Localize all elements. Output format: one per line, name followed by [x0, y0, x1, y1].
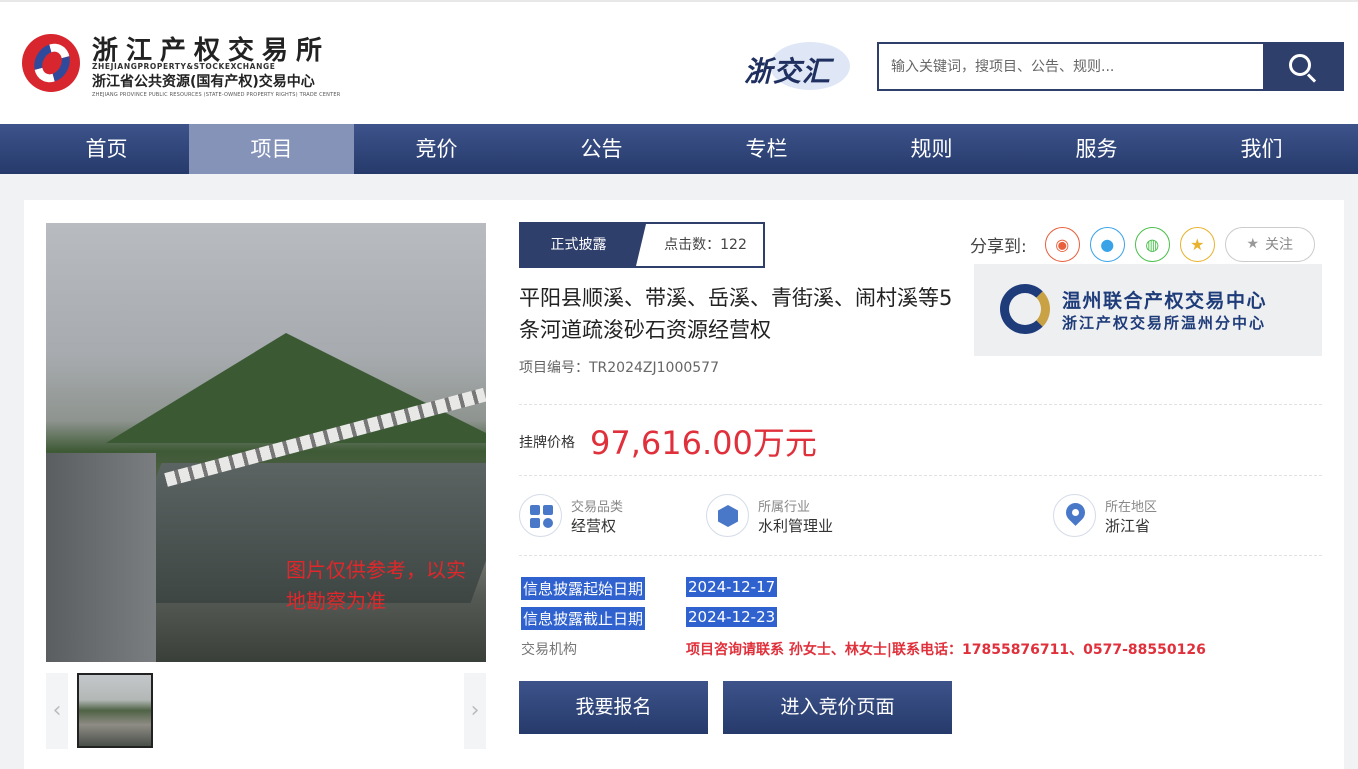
site-header: 浙江产权交易所 ZHEJIANGPROPERTY&STOCKEXCHANGE 浙…: [0, 0, 1358, 124]
logo-subtitle-en: ZHEJIANGPROPERTY&STOCKEXCHANGE: [92, 62, 276, 71]
grid-icon: [519, 494, 562, 537]
project-status-bar: 正式披露 点击数：122: [519, 222, 765, 268]
project-number-label: 项目编号：: [519, 360, 589, 376]
divider: [519, 404, 1322, 405]
project-detail-card: 图片仅供参考，以实地勘察为准 ‹ › 正式披露 点击数：122 分享到: ◉ ●…: [24, 200, 1344, 769]
org-name: 温州联合产权交易中心: [1062, 290, 1268, 312]
share-bar: 分享到: ◉ ● ◍ ★ ★ 关注: [970, 226, 1315, 262]
divider: [519, 555, 1322, 556]
disclosure-start-value: 2024-12-17: [686, 577, 778, 597]
attribute-value: 浙江省: [1105, 517, 1151, 535]
project-number-value: TR2024ZJ1000577: [589, 360, 719, 376]
thumbnail-1[interactable]: [77, 673, 153, 748]
nav-item-services[interactable]: 服务: [1014, 124, 1179, 174]
attribute-label: 所在地区: [1105, 500, 1158, 515]
org-logo-icon: [1000, 284, 1050, 334]
follow-button[interactable]: ★ 关注: [1224, 226, 1315, 262]
click-count-value: 122: [720, 237, 747, 253]
price-label: 挂牌价格: [519, 435, 575, 451]
main-nav: 首页 项目 竞价 公告 专栏 规则 服务 我们: [0, 124, 1358, 174]
agency-label: 交易机构: [521, 642, 577, 658]
nav-item-announcements[interactable]: 公告: [519, 124, 684, 174]
qzone-share-icon[interactable]: ★: [1179, 226, 1215, 262]
org-sub-name: 浙江产权交易所温州分中心: [1062, 314, 1267, 332]
wechat-share-icon[interactable]: ◍: [1134, 226, 1170, 262]
disclosure-end-value: 2024-12-23: [686, 607, 778, 627]
project-title: 平阳县顺溪、带溪、岳溪、青街溪、闹村溪等5条河道疏浚砂石资源经营权: [519, 286, 953, 342]
chevron-right-icon: ›: [470, 698, 480, 723]
click-count-label: 点击数：: [664, 237, 721, 253]
status-badge: 正式披露: [521, 224, 646, 266]
brand-mark-text: 浙交汇: [744, 55, 832, 88]
attribute-label: 所属行业: [758, 500, 811, 515]
share-label: 分享到:: [970, 236, 1027, 257]
nav-item-columns[interactable]: 专栏: [684, 124, 849, 174]
divider: [519, 475, 1322, 476]
zhejiaohui-brand-mark[interactable]: 浙交汇: [740, 42, 852, 92]
logo-subtitle-en-small: ZHEJIANG PROVINCE PUBLIC RESOURCES (STAT…: [92, 92, 341, 98]
register-button[interactable]: 我要报名: [519, 681, 708, 734]
nav-item-about[interactable]: 我们: [1179, 124, 1344, 174]
logo-subtitle-cn: 浙江省公共资源(国有产权)交易中心: [92, 74, 315, 90]
project-main-photo[interactable]: 图片仅供参考，以实地勘察为准: [46, 223, 486, 662]
logo-emblem-icon: [22, 34, 80, 92]
attribute-value: 水利管理业: [758, 517, 834, 535]
nav-item-bidding[interactable]: 竞价: [354, 124, 519, 174]
disclosure-end-label: 信息披露截止日期: [521, 607, 646, 630]
search-button[interactable]: [1263, 44, 1342, 89]
nav-item-home[interactable]: 首页: [0, 124, 189, 174]
thumbnail-strip: ‹ ›: [46, 673, 486, 749]
nav-item-projects[interactable]: 项目: [189, 124, 354, 174]
location-pin-icon: [1053, 494, 1096, 537]
photo-disclaimer: 图片仅供参考，以实地勘察为准: [286, 558, 466, 613]
click-count: 点击数：122: [636, 224, 763, 266]
nav-item-rules[interactable]: 规则: [849, 124, 1014, 174]
chevron-left-icon: ‹: [52, 698, 62, 723]
trade-org-banner[interactable]: 温州联合产权交易中心 浙江产权交易所温州分中心: [974, 264, 1322, 356]
star-icon: ★: [1246, 236, 1260, 252]
project-number: 项目编号：TR2024ZJ1000577: [519, 357, 719, 377]
cube-icon: [706, 494, 749, 537]
price-value: 97,616.00万元: [590, 424, 817, 462]
attribute-label: 交易品类: [571, 500, 624, 515]
search-box: [877, 42, 1344, 91]
thumbnail-next-button[interactable]: ›: [464, 673, 486, 749]
search-input[interactable]: [879, 44, 1265, 89]
qq-share-icon[interactable]: ●: [1089, 226, 1125, 262]
attribute-value: 经营权: [571, 517, 617, 535]
weibo-share-icon[interactable]: ◉: [1044, 226, 1080, 262]
agency-contact: 项目咨询请联系 孙女士、林女士|联系电话：17855876711、0577-88…: [686, 642, 1206, 658]
disclosure-start-label: 信息披露起始日期: [521, 577, 646, 600]
site-logo[interactable]: 浙江产权交易所 ZHEJIANGPROPERTY&STOCKEXCHANGE 浙…: [22, 30, 362, 102]
thumbnail-prev-button[interactable]: ‹: [46, 673, 68, 749]
follow-label: 关注: [1265, 237, 1294, 253]
enter-auction-button[interactable]: 进入竞价页面: [723, 681, 952, 734]
